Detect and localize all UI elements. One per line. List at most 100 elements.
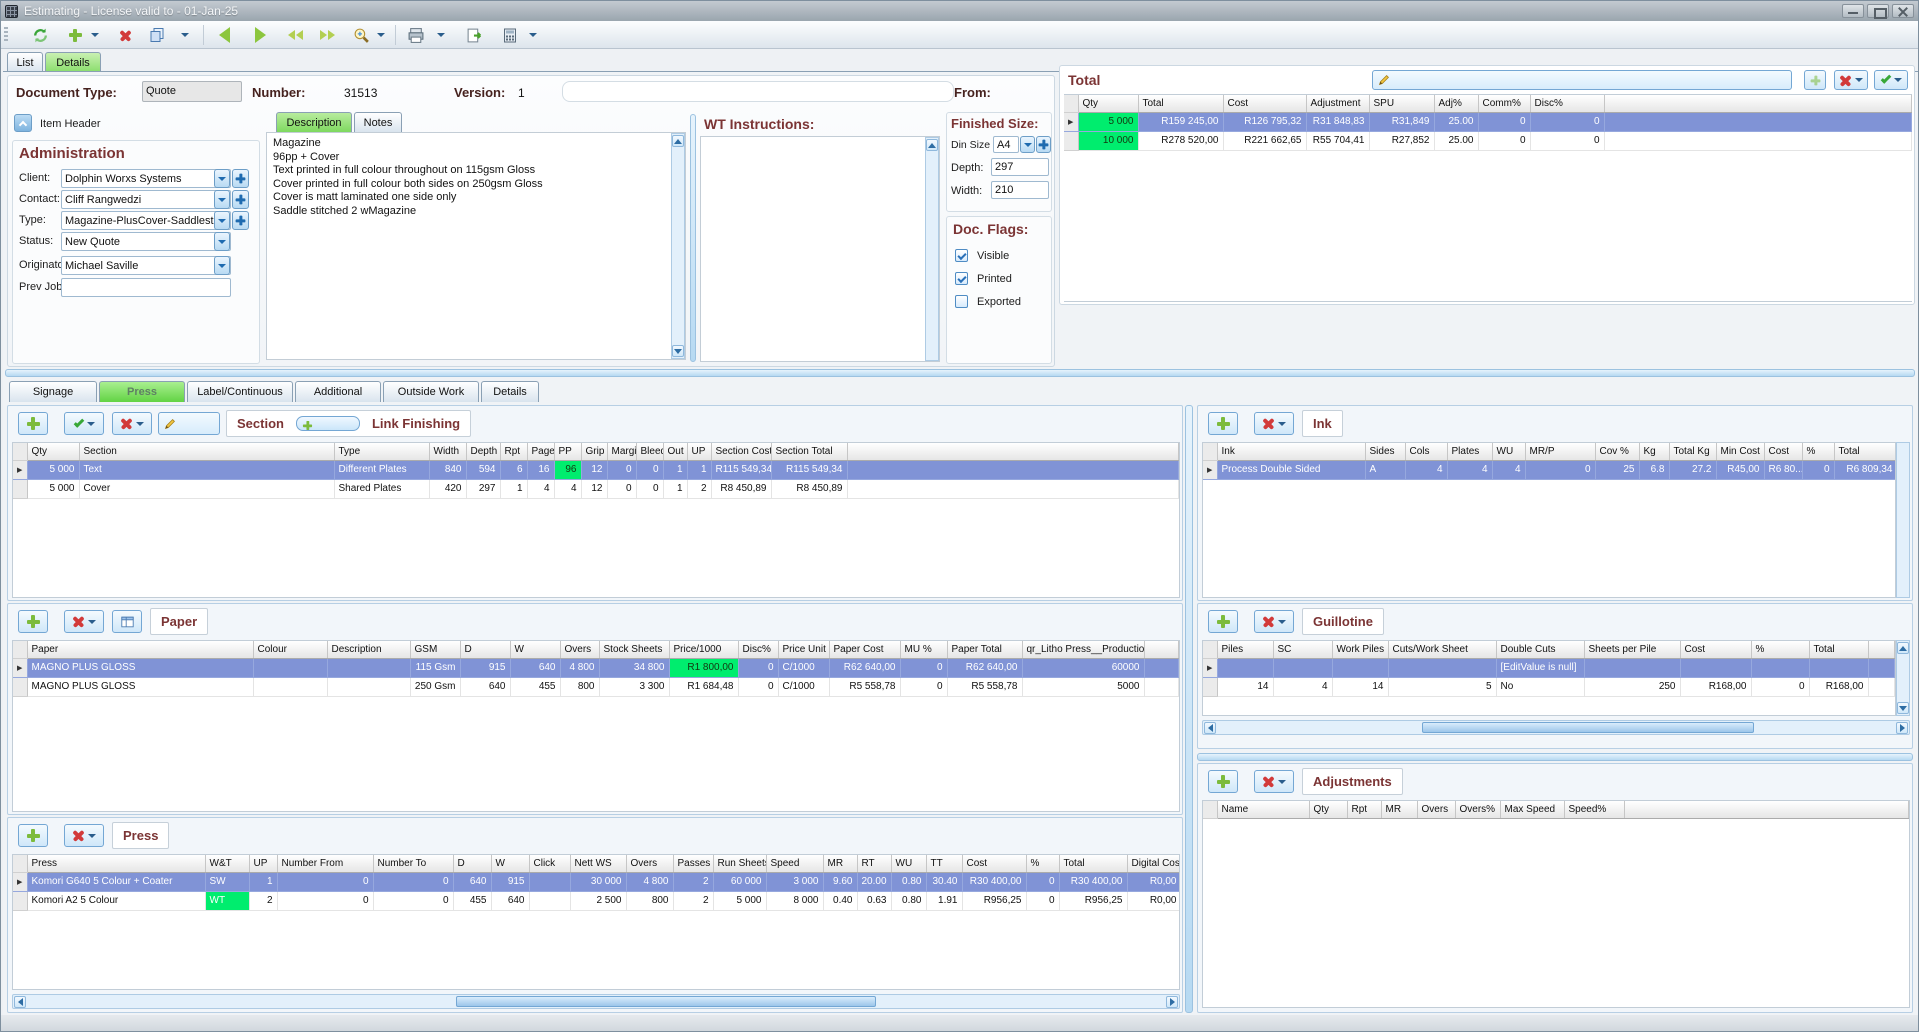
ink-add-button[interactable] <box>1208 412 1238 435</box>
guillotine-horizontal-scrollbar[interactable] <box>1202 720 1910 735</box>
grid-row[interactable]: ▶MAGNO PLUS GLOSS115 Gsm9156404 80034 80… <box>13 658 1179 677</box>
column-header[interactable]: Total <box>1809 641 1868 658</box>
grid-cell[interactable]: R956,25 <box>1059 891 1127 910</box>
grid-cell[interactable]: 0 <box>1478 131 1530 150</box>
column-header[interactable]: MR/P <box>1525 443 1595 460</box>
grid-cell[interactable]: R278 520,00 <box>1138 131 1223 150</box>
column-header[interactable]: Qty <box>1078 95 1138 112</box>
grid-cell[interactable] <box>1388 658 1496 677</box>
print-button[interactable] <box>403 24 429 46</box>
grid-cell[interactable]: R1 684,48 <box>669 677 738 696</box>
grid-cell[interactable]: R221 662,65 <box>1223 131 1306 150</box>
grid-cell[interactable]: R31 848,83 <box>1306 112 1369 131</box>
column-header[interactable]: SC <box>1273 641 1332 658</box>
delete-button[interactable] <box>113 24 137 46</box>
printed-checkbox[interactable] <box>955 272 968 285</box>
grid-cell[interactable]: 0 <box>1530 112 1604 131</box>
grid-cell[interactable]: No <box>1496 677 1584 696</box>
section-apply-button[interactable] <box>64 412 104 435</box>
column-header[interactable]: Price/1000 <box>669 641 738 658</box>
originator-dropdown-button[interactable] <box>214 256 230 275</box>
type-combo[interactable]: Magazine-PlusCover-Saddlesti... <box>61 211 231 230</box>
grid-cell[interactable]: SW <box>205 872 249 891</box>
grid-cell[interactable]: R115 549,34 <box>771 460 847 479</box>
column-header[interactable]: Total <box>1059 855 1127 872</box>
tab-additional[interactable]: Additional <box>295 381 381 402</box>
type-add-button[interactable] <box>232 211 249 230</box>
print-dropdown[interactable] <box>435 24 447 46</box>
grid-cell[interactable]: R8 450,89 <box>711 479 771 498</box>
grid-cell[interactable] <box>1751 658 1809 677</box>
column-header[interactable]: Cuts/Work Sheet <box>1388 641 1496 658</box>
column-header[interactable]: Paper <box>27 641 253 658</box>
grid-cell[interactable]: 2 <box>673 872 713 891</box>
grid-cell[interactable]: 14 <box>1217 677 1273 696</box>
column-header[interactable]: Paper Total <box>947 641 1022 658</box>
column-header[interactable]: Speed% <box>1564 801 1624 818</box>
item-header-collapse-button[interactable] <box>14 114 32 132</box>
grid-cell[interactable]: 3 000 <box>766 872 823 891</box>
copy-button[interactable] <box>145 24 169 46</box>
column-header[interactable]: Type <box>334 443 429 460</box>
grid-cell[interactable] <box>1680 658 1751 677</box>
grid-cell[interactable]: MAGNO PLUS GLOSS <box>27 658 253 677</box>
section-delete-button[interactable] <box>112 412 152 435</box>
press-delete-button[interactable] <box>64 824 104 847</box>
scroll-down-button[interactable] <box>672 345 684 357</box>
tab-outside-work[interactable]: Outside Work <box>383 381 479 402</box>
ink-vertical-scrollbar[interactable] <box>1896 442 1910 598</box>
column-header[interactable]: Number To <box>373 855 453 872</box>
grid-cell[interactable]: 594 <box>466 460 500 479</box>
column-header[interactable]: Name <box>1217 801 1309 818</box>
column-header[interactable]: Run Sheets <box>713 855 766 872</box>
grid-cell[interactable] <box>327 677 410 696</box>
grid-cell[interactable]: 60000 <box>1022 658 1144 677</box>
zoom-button[interactable] <box>349 24 373 46</box>
nav-first-button[interactable] <box>281 24 309 46</box>
grid-cell[interactable]: 12 <box>581 460 607 479</box>
grid-cell[interactable]: 25.00 <box>1434 112 1478 131</box>
grid-cell[interactable]: 5 000 <box>713 891 766 910</box>
close-button[interactable] <box>1892 4 1914 18</box>
column-header[interactable]: Kg <box>1639 443 1669 460</box>
grid-cell[interactable]: 4 <box>1273 677 1332 696</box>
total-edit-box[interactable] <box>1372 70 1792 90</box>
grid-cell[interactable]: [EditValue is null] <box>1496 658 1584 677</box>
grid-cell[interactable]: 250 Gsm <box>410 677 460 696</box>
grid-cell[interactable]: 915 <box>491 872 529 891</box>
column-header[interactable]: Section Cost <box>711 443 771 460</box>
column-header[interactable]: Adjustment <box>1306 95 1369 112</box>
exported-checkbox[interactable] <box>955 295 968 308</box>
column-header[interactable]: Bleed <box>636 443 663 460</box>
section-edit-box[interactable] <box>158 412 220 435</box>
grid-cell[interactable]: 4 <box>1447 460 1492 479</box>
grid-cell[interactable]: 1 <box>249 872 277 891</box>
column-header[interactable]: Grip <box>581 443 607 460</box>
contact-add-button[interactable] <box>232 190 249 209</box>
grid-cell[interactable]: 0 <box>1530 131 1604 150</box>
scroll-up-button[interactable] <box>672 135 684 147</box>
tab-press[interactable]: Press <box>99 381 185 402</box>
grid-cell[interactable]: 0 <box>1525 460 1595 479</box>
grid-cell[interactable]: 1 <box>500 479 527 498</box>
total-apply-button[interactable] <box>1874 70 1908 90</box>
press-add-button[interactable] <box>18 824 48 847</box>
grid-cell[interactable]: 16 <box>527 460 554 479</box>
column-header[interactable]: Adj% <box>1434 95 1478 112</box>
vertical-splitter[interactable] <box>1185 405 1193 1013</box>
grid-cell[interactable] <box>529 872 570 891</box>
column-header[interactable]: MU % <box>900 641 947 658</box>
nav-last-button[interactable] <box>313 24 341 46</box>
paper-add-button[interactable] <box>18 610 48 633</box>
grid-cell[interactable]: 34 800 <box>599 658 669 677</box>
nav-back-button[interactable] <box>211 24 237 46</box>
grid-cell[interactable]: 2 <box>673 891 713 910</box>
grid-cell[interactable]: C/1000 <box>778 677 829 696</box>
grid-cell[interactable]: 4 800 <box>626 872 673 891</box>
scrollbar-thumb[interactable] <box>1422 722 1754 733</box>
din-size-add-button[interactable] <box>1036 136 1051 153</box>
grid-cell[interactable]: 3 300 <box>599 677 669 696</box>
grid-cell[interactable]: R956,25 <box>962 891 1026 910</box>
grid-cell[interactable]: 25 <box>1595 460 1639 479</box>
wt-scrollbar[interactable] <box>925 137 939 361</box>
